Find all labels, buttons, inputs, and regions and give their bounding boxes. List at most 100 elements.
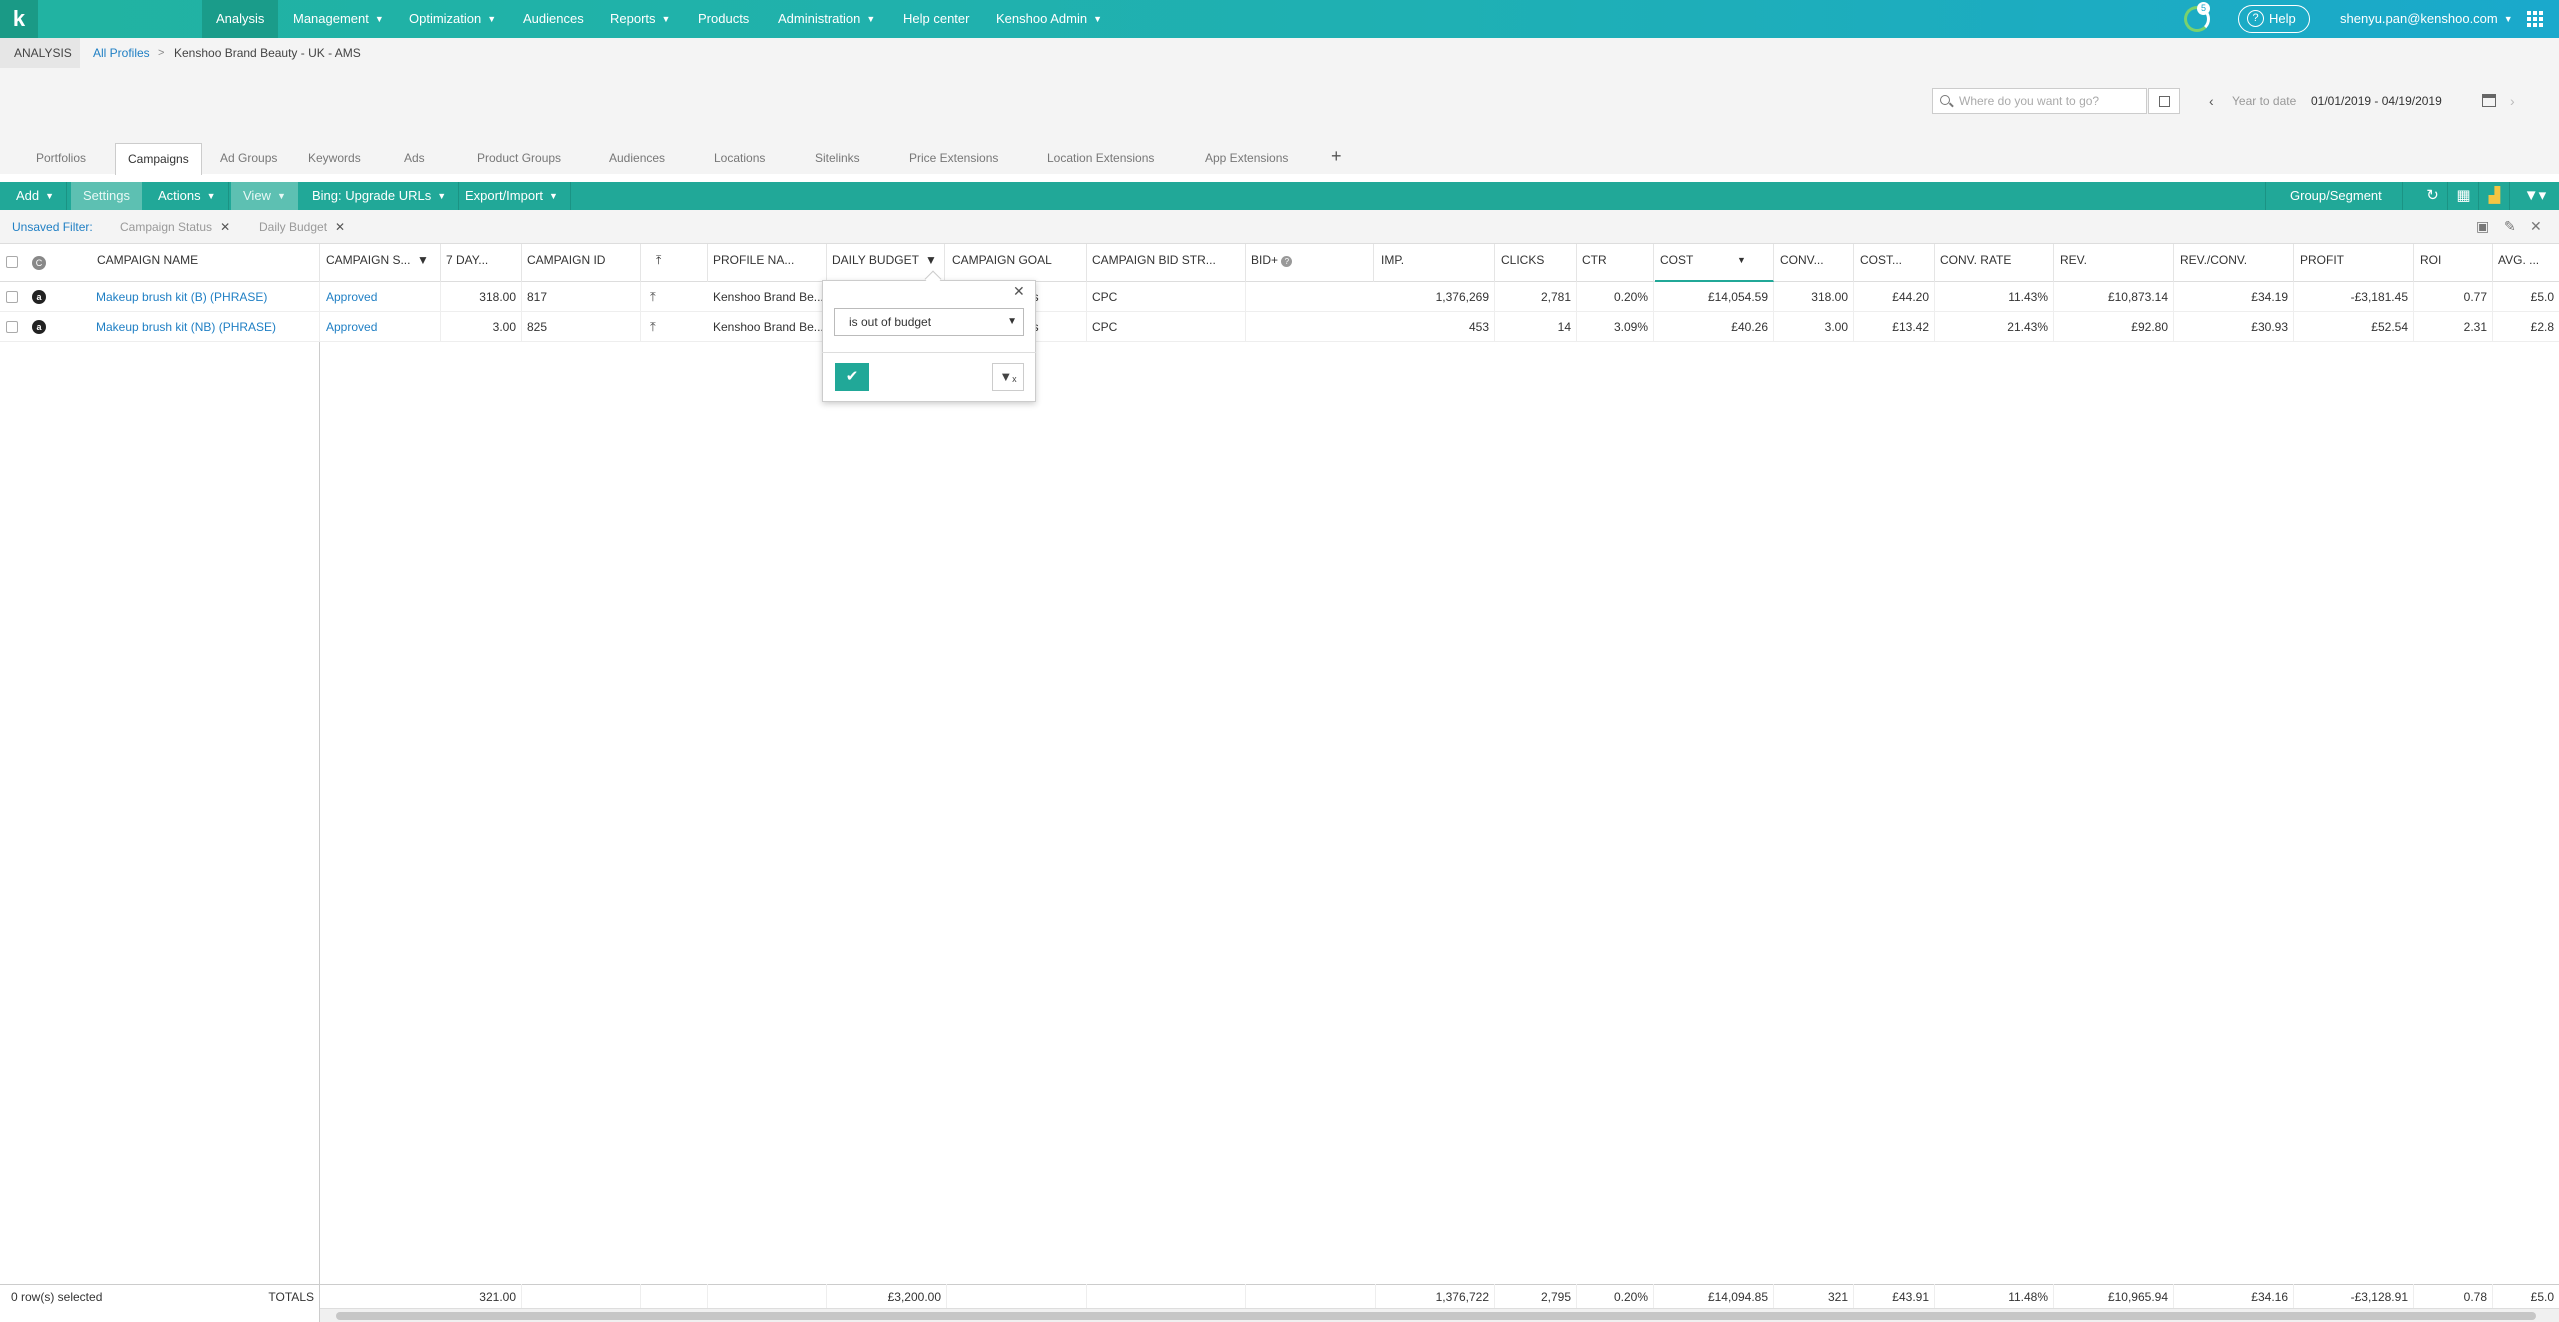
nav-audiences[interactable]: Audiences bbox=[509, 0, 598, 38]
filter-chip-campaign-status[interactable]: Campaign Status ✕ bbox=[120, 210, 230, 244]
col-cost-per[interactable]: COST... bbox=[1855, 244, 1935, 282]
date-preset[interactable]: Year to date bbox=[2232, 88, 2296, 114]
tab-app-extensions[interactable]: App Extensions bbox=[1193, 143, 1300, 174]
tab-portfolios[interactable]: Portfolios bbox=[24, 143, 98, 174]
col-rev-conv[interactable]: REV./CONV. bbox=[2175, 244, 2294, 282]
upload-icon[interactable]: ⤒ bbox=[650, 289, 656, 305]
search-input[interactable]: Where do you want to go? bbox=[1932, 88, 2147, 114]
cell-cost-per: £44.20 bbox=[1855, 282, 1935, 312]
clear-filter-button[interactable]: ▼ₓ bbox=[992, 363, 1024, 391]
nav-analysis[interactable]: Analysis bbox=[202, 0, 279, 38]
col-bid-strategy[interactable]: CAMPAIGN BID STR... bbox=[1087, 244, 1246, 282]
campaign-name-link[interactable]: Makeup brush kit (NB) (PHRASE) bbox=[91, 312, 320, 342]
cell-conv-rate: 21.43% bbox=[1935, 312, 2054, 342]
check-icon: ✔ bbox=[845, 368, 859, 385]
scrollbar-thumb[interactable] bbox=[336, 1312, 2536, 1320]
filter-icon[interactable]: ▼ bbox=[417, 244, 429, 276]
nav-help-center[interactable]: Help center bbox=[889, 0, 983, 38]
group-segment-button[interactable]: Group/Segment▼ bbox=[2265, 182, 2403, 229]
filter-menu-icon[interactable]: ▼▾ bbox=[2511, 182, 2559, 210]
view-button[interactable]: View ▼ bbox=[231, 182, 298, 210]
date-range[interactable]: 01/01/2019 - 04/19/2019 bbox=[2311, 88, 2442, 114]
nav-optimization[interactable]: Optimization ▼ bbox=[395, 0, 510, 38]
col-profile-name[interactable]: PROFILE NA... bbox=[708, 244, 827, 282]
tab-price-extensions[interactable]: Price Extensions bbox=[897, 143, 1010, 174]
col-campaign-status[interactable]: CAMPAIGN S... ▼ bbox=[321, 244, 441, 282]
col-avg[interactable]: AVG. ... bbox=[2493, 244, 2559, 282]
close-icon[interactable]: ✕ bbox=[2530, 218, 2542, 235]
calendar-icon[interactable] bbox=[2482, 94, 2496, 107]
tab-ads[interactable]: Ads bbox=[392, 143, 437, 174]
edit-icon[interactable]: ✎ bbox=[2504, 218, 2516, 235]
close-icon[interactable]: ✕ bbox=[335, 220, 345, 234]
save-filter-icon[interactable]: ▣ bbox=[2476, 218, 2489, 235]
tab-campaigns[interactable]: Campaigns bbox=[115, 143, 202, 175]
col-upload[interactable]: ⤒ bbox=[641, 244, 708, 282]
save-view-button[interactable] bbox=[2148, 88, 2180, 114]
tab-keywords[interactable]: Keywords bbox=[296, 143, 373, 174]
tab-ad-groups[interactable]: Ad Groups bbox=[208, 143, 289, 174]
search-icon bbox=[1940, 95, 1950, 105]
col-roi[interactable]: ROI bbox=[2415, 244, 2493, 282]
nav-reports[interactable]: Reports ▼ bbox=[596, 0, 684, 38]
settings-button[interactable]: Settings bbox=[71, 182, 142, 210]
upload-icon[interactable]: ⤒ bbox=[650, 319, 656, 335]
add-tab-icon[interactable]: + bbox=[1331, 146, 1342, 167]
close-icon[interactable]: ✕ bbox=[1013, 283, 1025, 300]
bing-upgrade-urls-button[interactable]: Bing: Upgrade URLs ▼ bbox=[300, 182, 460, 210]
chart-icon[interactable]: ▟ bbox=[2480, 182, 2510, 210]
amazon-icon: a bbox=[32, 320, 46, 334]
cell-conv: 318.00 bbox=[1775, 282, 1854, 312]
chevron-down-icon: ▼ bbox=[437, 191, 447, 201]
row-checkbox[interactable] bbox=[6, 291, 18, 303]
total-daily-budget: £3,200.00 bbox=[827, 1284, 947, 1310]
col-ctr[interactable]: CTR bbox=[1577, 244, 1654, 282]
col-clicks[interactable]: CLICKS bbox=[1496, 244, 1577, 282]
tab-location-extensions[interactable]: Location Extensions bbox=[1035, 143, 1166, 174]
tab-audiences[interactable]: Audiences bbox=[597, 143, 677, 174]
date-prev-icon[interactable]: ‹ bbox=[2209, 93, 2214, 109]
col-imp[interactable]: IMP. bbox=[1376, 244, 1495, 282]
col-conv[interactable]: CONV... bbox=[1775, 244, 1854, 282]
help-button[interactable]: ? Help bbox=[2238, 5, 2310, 33]
chip-label: Campaign Status bbox=[120, 220, 213, 234]
nav-management[interactable]: Management ▼ bbox=[279, 0, 398, 38]
col-conv-rate[interactable]: CONV. RATE bbox=[1935, 244, 2054, 282]
col-7-day[interactable]: 7 DAY... bbox=[441, 244, 522, 282]
col-campaign-id[interactable]: CAMPAIGN ID bbox=[522, 244, 641, 282]
col-rev[interactable]: REV. bbox=[2055, 244, 2174, 282]
col-profit[interactable]: PROFIT bbox=[2295, 244, 2414, 282]
actions-button[interactable]: Actions ▼ bbox=[146, 182, 229, 210]
col-bid-plus[interactable]: BID+ ? bbox=[1246, 244, 1374, 282]
tab-sitelinks[interactable]: Sitelinks bbox=[803, 143, 872, 174]
campaign-status[interactable]: Approved bbox=[321, 312, 441, 342]
apps-grid-icon[interactable] bbox=[2527, 11, 2543, 27]
calculator-icon[interactable]: ▦ bbox=[2449, 182, 2479, 210]
search-placeholder: Where do you want to go? bbox=[1959, 94, 2100, 108]
tab-locations[interactable]: Locations bbox=[702, 143, 777, 174]
breadcrumb-all-profiles[interactable]: All Profiles bbox=[93, 38, 150, 68]
date-next-icon[interactable]: › bbox=[2510, 93, 2515, 109]
add-button[interactable]: Add ▼ bbox=[4, 182, 68, 210]
budget-condition-select[interactable]: is out of budget ▼ bbox=[834, 308, 1024, 336]
select-all-checkbox[interactable] bbox=[6, 256, 18, 268]
user-menu[interactable]: shenyu.pan@kenshoo.com ▼ bbox=[2340, 0, 2513, 38]
nav-administration[interactable]: Administration ▼ bbox=[764, 0, 889, 38]
tab-product-groups[interactable]: Product Groups bbox=[465, 143, 573, 174]
nav-products[interactable]: Products bbox=[684, 0, 763, 38]
close-icon[interactable]: ✕ bbox=[220, 220, 230, 234]
row-checkbox[interactable] bbox=[6, 321, 18, 333]
campaign-status[interactable]: Approved bbox=[321, 282, 441, 312]
col-cost[interactable]: COST ▼ bbox=[1655, 244, 1774, 282]
apply-filter-button[interactable]: ✔ bbox=[835, 363, 869, 391]
horizontal-scrollbar[interactable] bbox=[320, 1308, 2559, 1322]
nav-kenshoo-admin[interactable]: Kenshoo Admin ▼ bbox=[982, 0, 1116, 38]
campaign-name-link[interactable]: Makeup brush kit (B) (PHRASE) bbox=[91, 282, 320, 312]
refresh-icon[interactable]: ↻ bbox=[2418, 182, 2448, 210]
kenshoo-logo[interactable]: k bbox=[0, 0, 38, 38]
export-import-button[interactable]: Export/Import ▼ bbox=[453, 182, 571, 210]
col-campaign-name[interactable]: CAMPAIGN NAME bbox=[92, 244, 320, 282]
filter-chip-daily-budget[interactable]: Daily Budget ✕ bbox=[259, 210, 345, 244]
total-spacer bbox=[1246, 1284, 1376, 1310]
col-campaign-goal[interactable]: CAMPAIGN GOAL bbox=[947, 244, 1087, 282]
